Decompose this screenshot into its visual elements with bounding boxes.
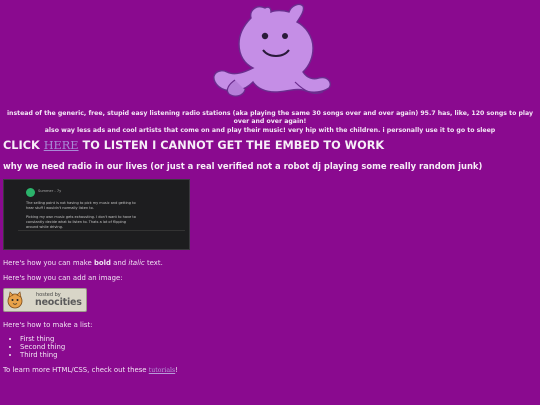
purple-creature-illustration: [213, 3, 331, 97]
comment-author: Summer - 7y: [38, 189, 62, 193]
learn-after: !: [175, 366, 178, 374]
list-item: First thing: [20, 335, 65, 343]
why-radio-subheading: why we need radio in our lives (or just …: [3, 161, 483, 171]
cta-before: CLICK: [3, 139, 40, 152]
list-instructions: Here's how to make a list:: [3, 321, 93, 329]
cta-after: TO LISTEN I CANNOT GET THE EMBED TO WORK: [82, 139, 385, 152]
comment-paragraph-1: The selling point is not having to pick …: [26, 201, 136, 210]
bold-italic-line: Here's how you can make bold and italic …: [3, 259, 163, 267]
bold-line-mid: and: [113, 259, 127, 267]
bold-line-before: Here's how you can make: [3, 259, 92, 267]
neocities-cat-icon: [7, 291, 23, 309]
list-item: Third thing: [20, 351, 65, 359]
embedded-comment-screenshot: Summer - 7y The selling point is not hav…: [3, 179, 190, 250]
hosted-by-neocities-badge[interactable]: hosted by neocities: [3, 288, 87, 312]
listen-here-link[interactable]: HERE: [44, 139, 79, 152]
tutorials-link[interactable]: tutorials: [149, 367, 175, 374]
learn-before: To learn more HTML/CSS, check out these: [3, 366, 147, 374]
intro-line-2: also way less ads and cool artists that …: [44, 126, 496, 134]
image-instructions: Here's how you can add an image:: [3, 274, 123, 282]
badge-neocities: neocities: [35, 297, 82, 308]
bold-example: bold: [93, 259, 111, 267]
bold-line-after: text.: [146, 259, 163, 267]
learn-more-line: To learn more HTML/CSS, check out these …: [3, 366, 178, 374]
avatar: [26, 188, 35, 197]
list-item: Second thing: [20, 343, 65, 351]
listen-heading: CLICK HERE TO LISTEN I CANNOT GET THE EM…: [3, 139, 384, 152]
example-list: First thing Second thing Third thing: [3, 335, 65, 360]
intro-text: instead of the generic, free, stupid eas…: [4, 110, 536, 135]
intro-line-1: instead of the generic, free, stupid eas…: [6, 110, 534, 126]
comment-paragraph-2: Picking my own music gets exhausting. I …: [26, 215, 136, 229]
italic-example: italic: [128, 259, 145, 267]
divider: [18, 230, 185, 231]
